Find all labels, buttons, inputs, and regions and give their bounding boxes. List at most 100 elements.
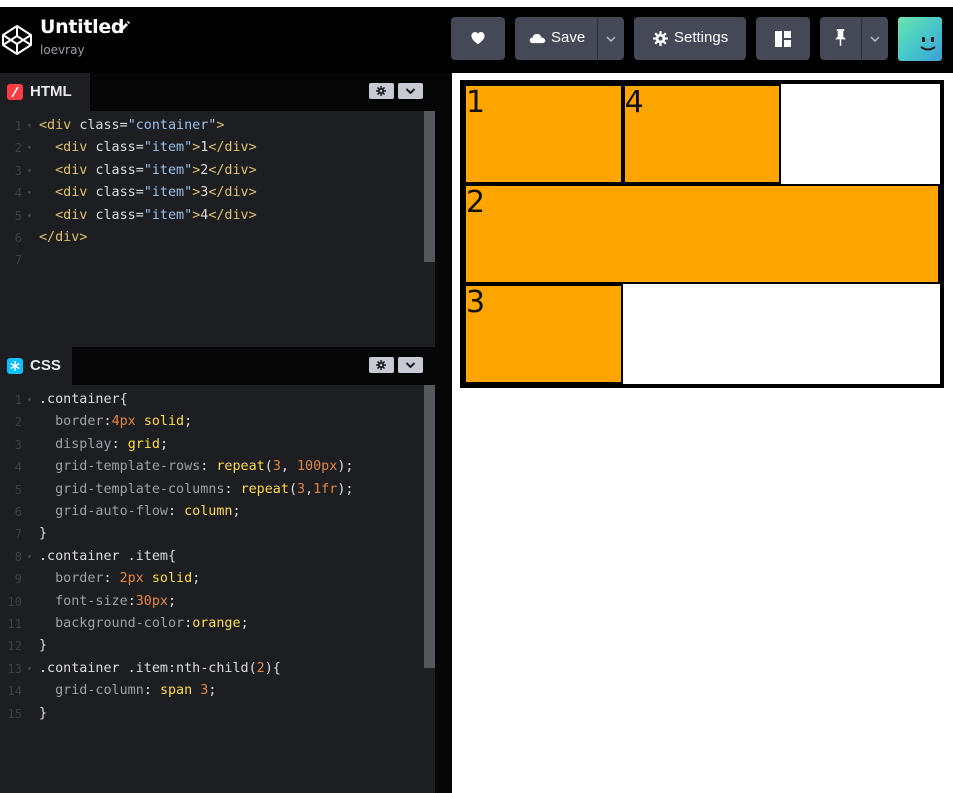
code-line[interactable]: 4 ▾ <div class="item">3</div> [0, 182, 424, 204]
css-icon [7, 358, 23, 374]
code-line[interactable]: 6 </div> [0, 227, 424, 249]
love-button[interactable] [451, 17, 505, 60]
code-line[interactable]: 3 ▾ <div class="item">2</div> [0, 160, 424, 182]
code-line[interactable]: 5 grid-template-columns: repeat(3,1fr); [0, 479, 424, 501]
code-line[interactable]: 5 ▾ <div class="item">4</div> [0, 205, 424, 227]
line-number: 10 [7, 594, 22, 609]
app-header: Untitled loevray Save Settings [0, 7, 953, 73]
grid-item-2: 2 [464, 184, 940, 284]
result-preview: 1423 [452, 73, 953, 793]
line-number: 7 [14, 527, 22, 542]
css-collapse-button[interactable] [398, 357, 423, 373]
line-number: 6 [14, 505, 22, 519]
line-number: 13 [7, 661, 22, 676]
pin-button[interactable] [820, 17, 861, 60]
edit-pencil-icon[interactable] [117, 20, 131, 34]
html-settings-button[interactable] [369, 83, 394, 99]
pin-button-group [820, 17, 888, 60]
save-dropdown-button[interactable] [598, 17, 624, 60]
code-line[interactable]: 11 background-color:orange; [0, 613, 424, 635]
line-number: 4 [14, 186, 22, 201]
css-settings-button[interactable] [369, 357, 394, 373]
fold-arrow-icon[interactable]: ▾ [27, 205, 32, 227]
pen-title[interactable]: Untitled [40, 16, 125, 38]
fold-arrow-icon[interactable]: ▾ [27, 160, 32, 182]
pin-icon [834, 29, 847, 46]
code-line[interactable]: 15} [0, 703, 424, 725]
html-scrollbar[interactable] [424, 111, 435, 262]
line-number: 12 [7, 639, 22, 654]
code-text: grid-template-columns: repeat(3,1fr); [39, 481, 354, 497]
fold-arrow-icon[interactable]: ▾ [27, 546, 32, 568]
line-number: 5 [14, 482, 22, 497]
save-button[interactable]: Save [515, 17, 597, 60]
cloud-icon [529, 33, 546, 44]
code-text: grid-column: span 3; [39, 683, 217, 699]
code-text: <div class="item">2</div> [55, 162, 257, 178]
html-code-editor[interactable]: 1 ▾ <div class="container"> 2 ▾ <div class="… [0, 115, 424, 345]
user-avatar[interactable] [898, 17, 942, 61]
line-number: 1 [14, 119, 22, 133]
code-line[interactable]: 10 font-size:30px; [0, 591, 424, 613]
code-line[interactable]: 2 ▾ <div class="item">1</div> [0, 137, 424, 159]
code-line[interactable]: 8 ▾ .container .item{ [0, 546, 424, 568]
line-number: 6 [14, 231, 22, 245]
fold-arrow-icon[interactable]: ▾ [27, 115, 32, 137]
line-number: 5 [14, 208, 22, 223]
code-text: border: 2px solid; [39, 571, 201, 587]
settings-label: Settings [674, 29, 729, 46]
fold-arrow-icon[interactable]: ▾ [27, 389, 32, 411]
code-text: } [39, 526, 48, 542]
line-number: 15 [7, 706, 22, 721]
code-line[interactable]: 12} [0, 635, 424, 657]
css-scrollbar[interactable] [424, 385, 435, 668]
username[interactable]: loevray [40, 42, 85, 58]
line-number: 2 [14, 141, 22, 156]
code-line[interactable]: 1 ▾ .container{ [0, 389, 424, 411]
line-number: 8 [14, 549, 22, 564]
line-number: 4 [14, 460, 22, 475]
code-line[interactable]: 1 ▾ <div class="container"> [0, 115, 424, 137]
code-line[interactable]: 13 ▾ .container .item:nth-child(2){ [0, 658, 424, 680]
css-panel-title: CSS [30, 357, 61, 374]
css-panel-header: CSS [0, 347, 435, 385]
code-line[interactable]: 7 [0, 249, 424, 271]
code-line[interactable]: 4 grid-template-rows: repeat(3, 100px); [0, 456, 424, 478]
gear-icon [653, 31, 668, 46]
code-text: <div class="container"> [39, 118, 225, 133]
line-number: 1 [14, 393, 22, 407]
codepen-logo-icon[interactable] [0, 23, 34, 57]
html-panel-tab[interactable]: HTML [0, 73, 90, 111]
css-code-editor[interactable]: 1 ▾ .container{2 border:4px solid; 3 displa… [0, 389, 424, 789]
line-number: 3 [14, 163, 22, 178]
smiley-face-icon [920, 37, 936, 51]
settings-button[interactable]: Settings [634, 17, 746, 60]
pin-dropdown-button[interactable] [862, 17, 888, 60]
css-panel-tab[interactable]: CSS [0, 347, 72, 385]
gear-icon [376, 86, 386, 96]
pane-resizer[interactable] [435, 73, 452, 793]
code-line[interactable]: 7} [0, 523, 424, 545]
code-line[interactable]: 3 display: grid; [0, 434, 424, 456]
fold-arrow-icon[interactable]: ▾ [27, 137, 32, 159]
fold-arrow-icon[interactable]: ▾ [27, 658, 32, 680]
code-line[interactable]: 9 border: 2px solid; [0, 568, 424, 590]
window-top-strip [0, 0, 953, 7]
save-label: Save [551, 29, 586, 46]
code-text: background-color:orange; [39, 616, 249, 631]
html-panel-title: HTML [30, 83, 72, 100]
code-text: } [39, 638, 48, 654]
line-number: 2 [14, 415, 22, 430]
fold-arrow-icon[interactable]: ▾ [27, 182, 32, 204]
code-text: .container{ [39, 392, 128, 407]
code-line[interactable]: 14 grid-column: span 3; [0, 680, 424, 702]
code-text: border:4px solid; [39, 414, 193, 430]
html-collapse-button[interactable] [398, 83, 423, 99]
code-line[interactable]: 6 grid-auto-flow: column; [0, 501, 424, 523]
line-number: 3 [14, 437, 22, 452]
code-text: <div class="item">3</div> [55, 185, 257, 201]
line-number: 14 [7, 684, 22, 699]
grid-item-3: 3 [464, 284, 623, 384]
code-line[interactable]: 2 border:4px solid; [0, 411, 424, 433]
change-view-button[interactable] [756, 17, 810, 60]
